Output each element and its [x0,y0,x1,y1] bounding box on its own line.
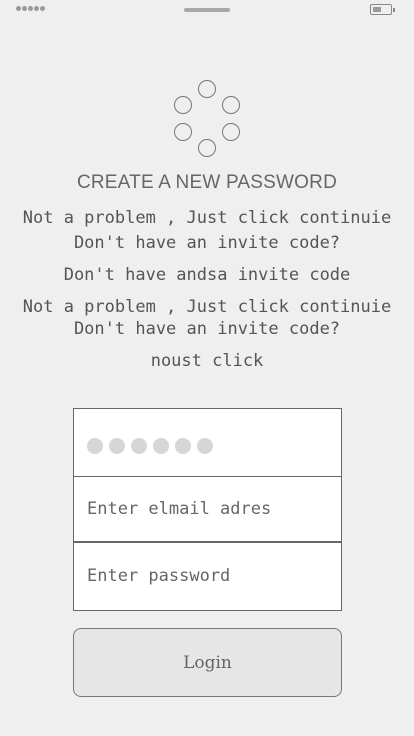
status-bar [0,0,414,22]
pin-dot [87,438,103,454]
message-line: Don't have andsa invite code [63,265,351,285]
message-line: Don't have an invite code? [73,233,341,253]
speaker-notch [184,8,230,12]
signal-dots-icon [16,6,45,11]
password-field[interactable]: Enter password [73,542,342,611]
message-line: noust click [150,351,264,371]
pin-dot [175,438,191,454]
pin-dot [153,438,169,454]
pin-dots [87,438,213,454]
password-placeholder: Enter password [87,566,231,586]
pin-dot [131,438,147,454]
login-button[interactable]: Login [73,628,342,697]
page-title: CREATE A NEW PASSWORD [76,172,338,193]
message-line: Not a problem , Just click continuie [22,297,392,317]
email-field[interactable]: Enter elmail adres [73,476,342,542]
pin-dot [197,438,213,454]
email-placeholder: Enter elmail adres [87,499,272,519]
circle-ring-logo-icon [172,80,244,160]
pin-dot [109,438,125,454]
pin-code-field[interactable] [73,408,342,477]
message-line: Don't have an invite code? [73,319,341,339]
message-line: Not a problem , Just click continuie [22,208,392,228]
battery-icon [370,4,395,15]
